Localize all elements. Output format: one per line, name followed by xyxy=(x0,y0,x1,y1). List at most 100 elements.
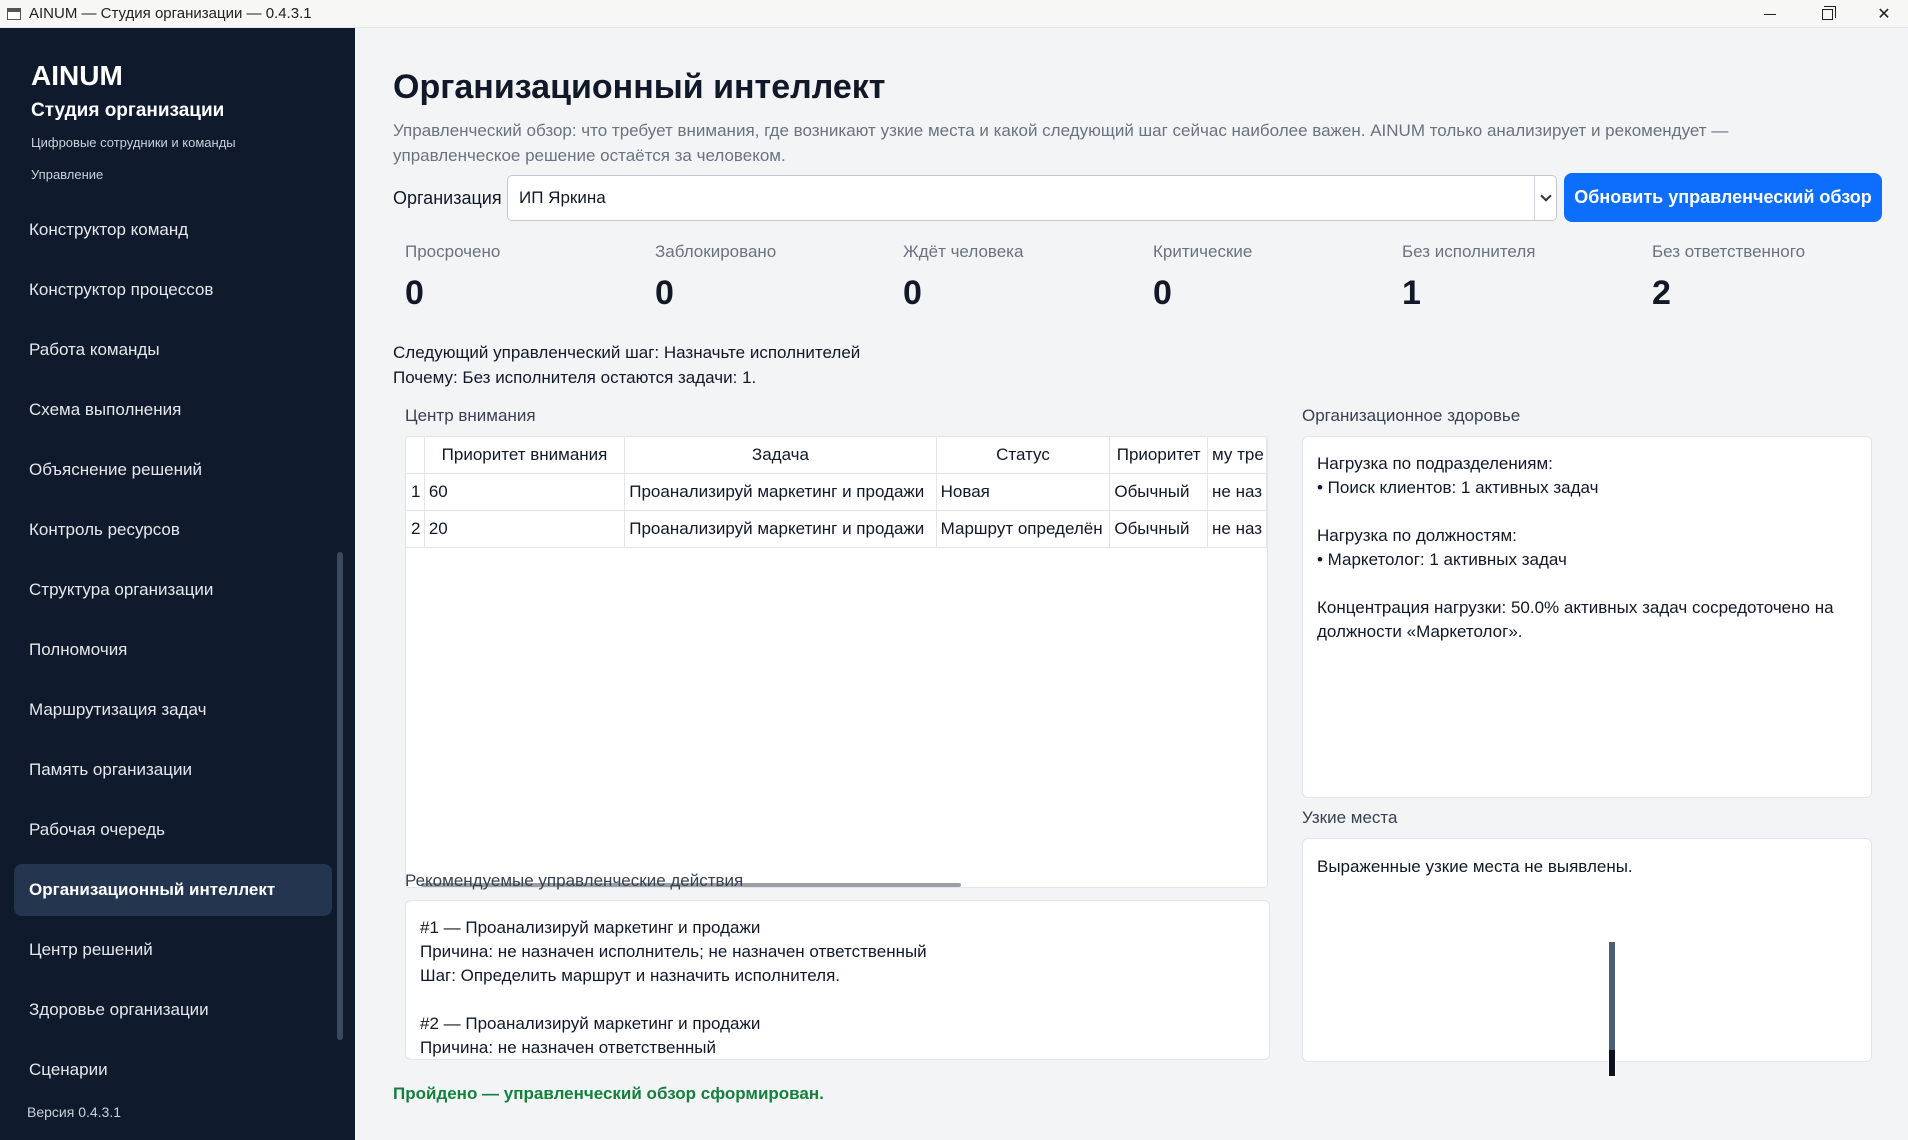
cell-attention-priority[interactable]: 60 xyxy=(424,473,626,511)
cell-status[interactable]: Новая xyxy=(936,473,1111,511)
cell-assignee[interactable]: не наз xyxy=(1207,473,1267,511)
sidebar-item-task-routing[interactable]: Маршрутизация задач xyxy=(14,684,332,736)
minimize-button[interactable] xyxy=(1742,0,1798,28)
stat-value: 0 xyxy=(903,274,922,312)
sidebar-item-resource-control[interactable]: Контроль ресурсов xyxy=(14,504,332,556)
sidebar: AINUM Студия организации Цифровые сотруд… xyxy=(0,28,355,1140)
attention-center-label: Центр внимания xyxy=(405,406,536,425)
stat-value: 0 xyxy=(655,274,674,312)
restore-icon xyxy=(1821,5,1836,20)
row-number: 1 xyxy=(406,473,425,511)
cell-assignee[interactable]: не наз xyxy=(1207,510,1267,548)
recommendation-item: #1 — Проанализируй маркетинг и продажи П… xyxy=(420,916,1255,988)
cell-status[interactable]: Маршрут определён xyxy=(936,510,1111,548)
sidebar-item-org-memory[interactable]: Память организации xyxy=(14,744,332,796)
sidebar-item-team-work[interactable]: Работа команды xyxy=(14,324,332,376)
recommendation-title: #2 — Проанализируй маркетинг и продажи xyxy=(420,1014,761,1033)
stat-no-owner: Без ответственного 2 xyxy=(1652,242,1805,313)
window-titlebar: AINUM — Студия организации — 0.4.3.1 ✕ xyxy=(0,0,1908,28)
recommendations-scrollbar-thumb[interactable] xyxy=(1609,1050,1615,1076)
sidebar-item-org-health[interactable]: Здоровье организации xyxy=(14,984,332,1036)
column-header-attention-priority[interactable]: Приоритет внимания xyxy=(424,437,626,474)
role-load-block: Нагрузка по должностям: • Маркетолог: 1 … xyxy=(1317,524,1857,572)
page-title: Организационный интеллект xyxy=(393,68,886,106)
brand-description: Цифровые сотрудники и команды xyxy=(31,135,236,150)
stat-label: Ждёт человека xyxy=(903,242,1024,261)
close-button[interactable]: ✕ xyxy=(1856,0,1908,28)
sidebar-item-decision-center[interactable]: Центр решений xyxy=(14,924,332,976)
sidebar-item-permissions[interactable]: Полномочия xyxy=(14,624,332,676)
org-health-label: Организационное здоровье xyxy=(1302,406,1521,425)
stat-label: Без исполнителя xyxy=(1402,242,1536,261)
stat-label: Без ответственного xyxy=(1652,242,1806,261)
stat-value: 0 xyxy=(1153,274,1172,312)
close-icon: ✕ xyxy=(1877,6,1891,23)
column-header-priority[interactable]: Приоритет xyxy=(1109,437,1209,474)
recommendations-label: Рекомендуемые управленческие действия xyxy=(405,871,744,890)
sidebar-item-org-structure[interactable]: Структура организации xyxy=(14,564,332,616)
load-concentration: Концентрация нагрузки: 50.0% активных за… xyxy=(1317,598,1834,641)
stat-value: 1 xyxy=(1402,274,1421,312)
chevron-down-icon[interactable] xyxy=(1534,176,1556,220)
main-content: Организационный интеллект Управленческий… xyxy=(355,28,1908,1140)
bottlenecks-text[interactable]: Выраженные узкие места не выявлены. xyxy=(1302,838,1872,1062)
next-step-block: Следующий управленческий шаг: Назначьте … xyxy=(393,340,860,390)
status-message: Пройдено — управленческий обзор сформиро… xyxy=(393,1084,824,1103)
organization-label: Организация xyxy=(393,188,502,208)
stat-value: 0 xyxy=(405,274,424,312)
attention-table[interactable]: Приоритет внимания Задача Статус Приорит… xyxy=(405,436,1268,888)
stat-label: Заблокировано xyxy=(655,242,777,261)
sidebar-item-org-intelligence[interactable]: Организационный интеллект xyxy=(14,864,332,916)
organization-select[interactable]: ИП Яркина xyxy=(507,175,1557,221)
recommendation-reason: Причина: не назначен ответственный xyxy=(420,1038,716,1057)
sidebar-item-scenarios[interactable]: Сценарии xyxy=(14,1044,332,1096)
cell-task[interactable]: Проанализируй маркетинг и продажи xyxy=(624,510,937,548)
role-load-title: Нагрузка по должностям: xyxy=(1317,526,1517,545)
app-version: Версия 0.4.3.1 xyxy=(27,1104,122,1120)
sidebar-item-team-builder[interactable]: Конструктор команд xyxy=(14,204,332,256)
table-row[interactable]: 1 60 Проанализируй маркетинг и продажи Н… xyxy=(406,473,1267,511)
stat-overdue: Просрочено 0 xyxy=(405,242,500,313)
stat-label: Критические xyxy=(1153,242,1253,261)
page-description: Управленческий обзор: что требует вниман… xyxy=(393,121,1729,165)
sidebar-scrollbar[interactable] xyxy=(337,552,343,1040)
column-header-rownum xyxy=(406,437,425,474)
next-step-text: Следующий управленческий шаг: Назначьте … xyxy=(393,343,861,362)
column-header-truncated[interactable]: му тре xyxy=(1207,437,1267,474)
bottlenecks-value: Выраженные узкие места не выявлены. xyxy=(1317,857,1633,876)
cell-attention-priority[interactable]: 20 xyxy=(424,510,626,548)
stat-label: Просрочено xyxy=(405,242,501,261)
table-header-row: Приоритет внимания Задача Статус Приорит… xyxy=(406,437,1267,474)
sidebar-item-process-builder[interactable]: Конструктор процессов xyxy=(14,264,332,316)
sidebar-nav: Конструктор команд Конструктор процессов… xyxy=(14,204,332,1104)
recommendation-step: Шаг: Определить маршрут и назначить испо… xyxy=(420,966,841,985)
bottlenecks-label: Узкие места xyxy=(1302,808,1398,827)
refresh-overview-button[interactable]: Обновить управленческий обзор xyxy=(1564,173,1882,222)
dept-load-title: Нагрузка по подразделениям: xyxy=(1317,454,1553,473)
cell-task[interactable]: Проанализируй маркетинг и продажи xyxy=(624,473,937,511)
sidebar-section-label: Управление xyxy=(31,167,104,182)
sidebar-item-decision-explanation[interactable]: Объяснение решений xyxy=(14,444,332,496)
cell-priority[interactable]: Обычный xyxy=(1109,510,1209,548)
app-window-icon xyxy=(7,7,21,20)
row-number: 2 xyxy=(406,510,425,548)
stat-blocked: Заблокировано 0 xyxy=(655,242,776,313)
sidebar-item-execution-scheme[interactable]: Схема выполнения xyxy=(14,384,332,436)
brand-subtitle: Студия организации xyxy=(31,100,225,121)
column-header-task[interactable]: Задача xyxy=(624,437,937,474)
attention-grid: Приоритет внимания Задача Статус Приорит… xyxy=(406,437,1267,548)
stat-value: 2 xyxy=(1652,274,1671,312)
org-health-text[interactable]: Нагрузка по подразделениям: • Поиск клие… xyxy=(1302,436,1872,798)
column-header-status[interactable]: Статус xyxy=(936,437,1111,474)
recommendation-title: #1 — Проанализируй маркетинг и продажи xyxy=(420,918,761,937)
cell-priority[interactable]: Обычный xyxy=(1109,473,1209,511)
organization-select-value: ИП Яркина xyxy=(519,188,606,207)
table-row[interactable]: 2 20 Проанализируй маркетинг и продажи М… xyxy=(406,510,1267,548)
maximize-button[interactable] xyxy=(1799,0,1855,28)
window-title: AINUM — Студия организации — 0.4.3.1 xyxy=(29,5,312,22)
sidebar-item-work-queue[interactable]: Рабочая очередь xyxy=(14,804,332,856)
recommendations-text[interactable]: #1 — Проанализируй маркетинг и продажи П… xyxy=(405,900,1270,1060)
stat-critical: Критические 0 xyxy=(1153,242,1252,313)
recommendation-reason: Причина: не назначен исполнитель; не наз… xyxy=(420,942,927,961)
next-step-reason: Почему: Без исполнителя остаются задачи:… xyxy=(393,368,757,387)
